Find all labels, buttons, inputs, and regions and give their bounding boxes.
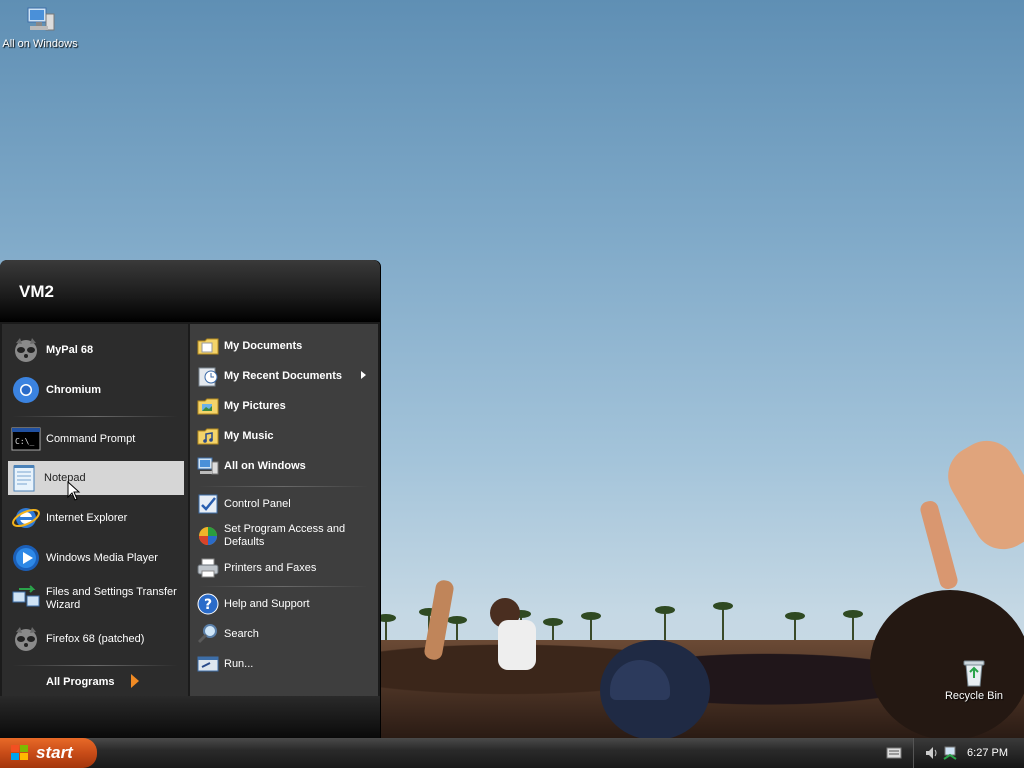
search-icon — [196, 622, 220, 646]
menu-item-search[interactable]: Search — [196, 620, 372, 648]
recent-documents-icon — [196, 364, 220, 388]
menu-item-mypal[interactable]: MyPal 68 — [10, 332, 186, 368]
menu-item-label: MyPal 68 — [46, 344, 94, 356]
control-panel-icon — [196, 492, 220, 516]
all-programs-button[interactable]: All Programs — [46, 670, 186, 694]
start-menu: VM2 MyPal 68 Chromium C:\_ Command Promp… — [0, 260, 380, 738]
menu-item-command-prompt[interactable]: C:\_ Command Prompt — [10, 422, 186, 456]
transfer-wizard-icon — [10, 583, 42, 615]
svg-text:?: ? — [204, 597, 212, 613]
mouse-cursor — [67, 480, 81, 504]
start-menu-left-pane: MyPal 68 Chromium C:\_ Command Prompt No… — [2, 324, 188, 696]
start-menu-header: VM2 — [0, 260, 380, 322]
menu-item-label: Set Program Access and Defaults — [224, 523, 346, 548]
menu-item-label: Command Prompt — [46, 433, 136, 445]
menu-item-internet-explorer[interactable]: Internet Explorer — [10, 501, 186, 535]
terminal-icon: C:\_ — [10, 423, 42, 455]
chromium-icon — [10, 374, 42, 406]
menu-item-my-recent-documents[interactable]: My Recent Documents — [196, 362, 372, 390]
menu-item-label: Printers and Faxes — [224, 562, 317, 574]
separator — [12, 665, 178, 666]
arrow-right-icon — [130, 673, 140, 692]
svg-text:C:\_: C:\_ — [15, 437, 34, 446]
raccoon-icon — [10, 623, 42, 655]
system-tray: 6:27 PM — [913, 738, 1024, 768]
menu-item-all-on-windows[interactable]: All on Windows — [196, 452, 372, 480]
menu-item-label: Windows Media Player — [46, 552, 158, 564]
computer-network-icon — [196, 454, 220, 478]
volume-icon[interactable] — [924, 745, 940, 764]
menu-item-chromium[interactable]: Chromium — [10, 372, 186, 408]
run-icon — [196, 652, 220, 676]
separator — [198, 486, 368, 487]
help-icon: ? — [196, 592, 220, 616]
menu-item-label: My Recent Documents — [224, 370, 342, 382]
menu-item-label: My Music — [224, 430, 274, 442]
start-label: start — [36, 743, 73, 762]
recycle-bin-icon — [958, 656, 990, 688]
menu-item-notepad[interactable]: Notepad — [8, 461, 184, 495]
menu-item-label: My Pictures — [224, 400, 286, 412]
separator — [198, 586, 368, 587]
start-button[interactable]: start — [0, 738, 97, 768]
desktop-icon-recycle-bin[interactable]: Recycle Bin — [934, 656, 1014, 702]
folder-documents-icon — [196, 334, 220, 358]
menu-item-label: Search — [224, 628, 259, 640]
menu-item-label: Firefox 68 (patched) — [46, 633, 145, 645]
menu-item-firefox[interactable]: Firefox 68 (patched) — [10, 621, 186, 657]
menu-item-files-settings-transfer[interactable]: Files and Settings Transfer Wizard — [10, 581, 186, 617]
menu-item-label: My Documents — [224, 340, 303, 352]
desktop-icon-all-on-windows[interactable]: All on Windows — [0, 4, 80, 50]
keyboard-icon[interactable] — [886, 747, 902, 762]
menu-item-label: Files and Settings Transfer Wizard — [46, 586, 177, 611]
menu-item-label: All on Windows — [224, 460, 306, 472]
media-player-icon — [10, 542, 42, 574]
desktop-icon-label: Recycle Bin — [944, 690, 1004, 702]
notepad-icon — [8, 462, 40, 494]
program-defaults-icon — [196, 524, 220, 548]
folder-pictures-icon — [196, 394, 220, 418]
start-menu-right-pane: My Documents My Recent Documents My Pict… — [190, 324, 378, 696]
clock: 6:27 PM — [967, 747, 1008, 759]
folder-music-icon — [196, 424, 220, 448]
user-name: VM2 — [19, 282, 54, 301]
raccoon-icon — [10, 334, 42, 366]
internet-explorer-icon — [10, 502, 42, 534]
separator — [12, 416, 178, 417]
submenu-arrow-icon — [361, 370, 366, 382]
start-menu-footer — [0, 696, 380, 738]
menu-item-label: Control Panel — [224, 498, 291, 510]
taskbar: start 6:27 PM — [0, 738, 1024, 768]
menu-item-my-documents[interactable]: My Documents — [196, 332, 372, 360]
menu-item-control-panel[interactable]: Control Panel — [196, 490, 372, 518]
windows-logo-icon — [10, 744, 30, 762]
menu-item-printers-faxes[interactable]: Printers and Faxes — [196, 554, 372, 582]
menu-item-run[interactable]: Run... — [196, 650, 372, 678]
computer-network-icon — [24, 4, 56, 36]
menu-item-help-support[interactable]: ? Help and Support — [196, 590, 372, 618]
printer-icon — [196, 556, 220, 580]
desktop-icon-label: All on Windows — [2, 38, 78, 50]
menu-item-label: Help and Support — [224, 598, 310, 610]
menu-item-my-pictures[interactable]: My Pictures — [196, 392, 372, 420]
all-programs-label: All Programs — [46, 676, 115, 688]
menu-item-label: Internet Explorer — [46, 512, 128, 524]
menu-item-windows-media-player[interactable]: Windows Media Player — [10, 541, 186, 575]
menu-item-my-music[interactable]: My Music — [196, 422, 372, 450]
menu-item-label: Chromium — [46, 384, 101, 396]
menu-item-set-program-access[interactable]: Set Program Access and Defaults — [196, 520, 372, 552]
network-icon[interactable] — [942, 745, 958, 764]
menu-item-label: Run... — [224, 658, 254, 670]
